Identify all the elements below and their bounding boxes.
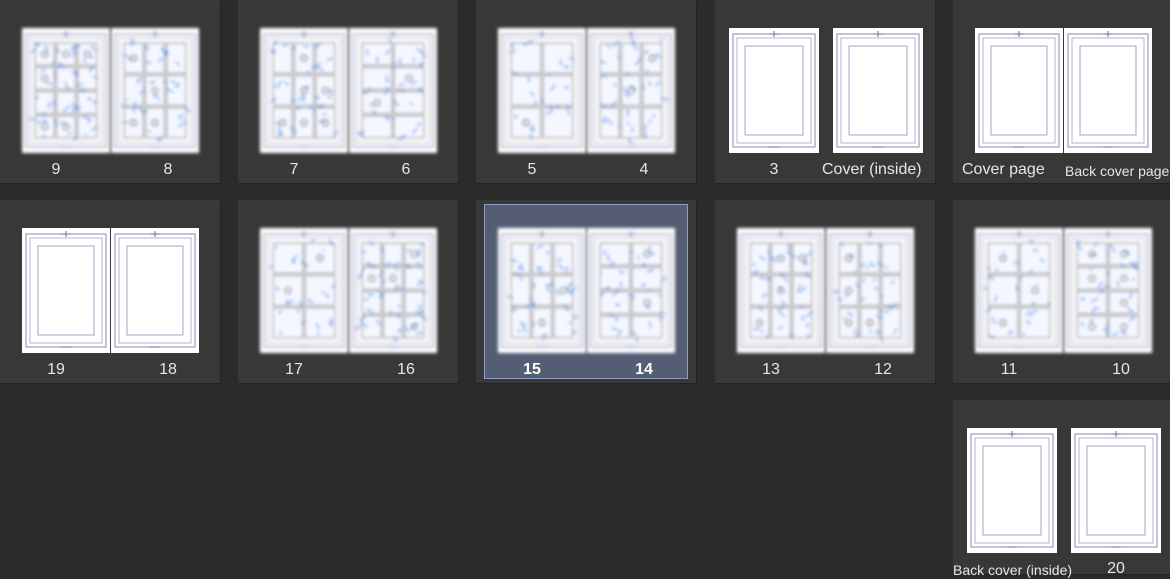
spread-13-12[interactable]: 13 12 <box>715 200 935 383</box>
page-frame-guides <box>352 231 434 348</box>
spread-19-18[interactable]: 19 18 <box>0 200 220 383</box>
page-frame-guides <box>352 31 434 148</box>
page-frame-guides <box>829 231 911 348</box>
page-thumbnail-16[interactable] <box>349 228 437 353</box>
page-thumbnail-20[interactable] <box>1071 428 1161 553</box>
page-thumbnail-10[interactable] <box>1064 228 1152 353</box>
page-label-back-cover-page: Back cover page <box>1065 163 1170 179</box>
page-thumbnail-cover-inside[interactable] <box>833 28 923 153</box>
page-frame-guides <box>25 31 107 148</box>
page-frame-guides <box>590 231 672 348</box>
page-number-14: 14 <box>635 361 653 378</box>
page-frame-guides <box>590 31 672 148</box>
page-number-5: 5 <box>527 161 537 178</box>
page-frame-guides <box>732 31 816 148</box>
page-thumbnail-8[interactable] <box>111 28 199 153</box>
spread-3-cover-inside[interactable]: 3 Cover (inside) <box>715 0 935 183</box>
page-thumbnail-19[interactable] <box>22 228 110 353</box>
page-number-8: 8 <box>163 161 173 178</box>
page-thumbnail-15[interactable] <box>498 228 586 353</box>
page-frame-guides <box>263 231 345 348</box>
page-number-18: 18 <box>159 361 177 378</box>
page-number-4: 4 <box>639 161 649 178</box>
page-frame-guides <box>1067 31 1149 148</box>
page-thumbnail-5[interactable] <box>498 28 586 153</box>
page-label-cover-page: Cover page <box>962 161 1045 178</box>
page-frame-guides <box>501 231 583 348</box>
page-thumbnail-3[interactable] <box>729 28 819 153</box>
page-frame-guides <box>970 431 1054 548</box>
page-thumbnail-12[interactable] <box>826 228 914 353</box>
spread-17-16[interactable]: 17 16 <box>238 200 458 383</box>
page-frame-guides <box>836 31 920 148</box>
page-thumbnail-back-cover-page[interactable] <box>1064 28 1152 153</box>
page-frame-guides <box>740 231 822 348</box>
page-number-15: 15 <box>523 361 541 378</box>
page-number-13: 13 <box>762 361 780 378</box>
spread-7-6[interactable]: 7 6 <box>238 0 458 183</box>
page-frame-guides <box>114 231 196 348</box>
page-number-16: 16 <box>397 361 415 378</box>
page-number-7: 7 <box>289 161 299 178</box>
page-frame-guides <box>1074 431 1158 548</box>
page-number-20: 20 <box>1107 560 1125 577</box>
page-number-11: 11 <box>1000 361 1018 378</box>
page-number-17: 17 <box>285 361 303 378</box>
page-thumbnail-4[interactable] <box>587 28 675 153</box>
page-thumbnail-cover-page[interactable] <box>975 28 1063 153</box>
spread-5-4[interactable]: 5 4 <box>476 0 696 183</box>
spread-15-14-selected[interactable]: 15 14 <box>476 200 696 383</box>
page-thumbnail-7[interactable] <box>260 28 348 153</box>
page-frame-guides <box>978 231 1060 348</box>
page-frame-guides <box>501 31 583 148</box>
page-frame-guides <box>978 31 1060 148</box>
page-thumbnail-6[interactable] <box>349 28 437 153</box>
page-thumbnail-18[interactable] <box>111 228 199 353</box>
page-frame-guides <box>25 231 107 348</box>
page-thumbnail-17[interactable] <box>260 228 348 353</box>
page-number-9: 9 <box>51 161 61 178</box>
page-number-6: 6 <box>401 161 411 178</box>
page-thumbnail-9[interactable] <box>22 28 110 153</box>
spread-back-cover-20[interactable]: Back cover (inside) 20 <box>953 400 1170 578</box>
page-frame-guides <box>263 31 345 148</box>
page-label-back-cover-inside: Back cover (inside) <box>953 562 1073 578</box>
page-number-10: 10 <box>1112 361 1130 378</box>
page-thumbnail-back-cover-inside[interactable] <box>967 428 1057 553</box>
page-thumbnail-14[interactable] <box>587 228 675 353</box>
page-number-3: 3 <box>769 161 779 178</box>
spread-9-8[interactable]: 9 8 <box>0 0 220 183</box>
page-number-12: 12 <box>874 361 892 378</box>
page-frame-guides <box>114 31 196 148</box>
page-thumbnail-11[interactable] <box>975 228 1063 353</box>
page-number-19: 19 <box>47 361 65 378</box>
spread-11-10[interactable]: 11 10 <box>953 200 1170 383</box>
spread-cover[interactable]: Cover page Back cover page <box>953 0 1170 183</box>
page-thumbnail-13[interactable] <box>737 228 825 353</box>
page-label-cover-inside: Cover (inside) <box>822 161 922 178</box>
page-frame-guides <box>1067 231 1149 348</box>
